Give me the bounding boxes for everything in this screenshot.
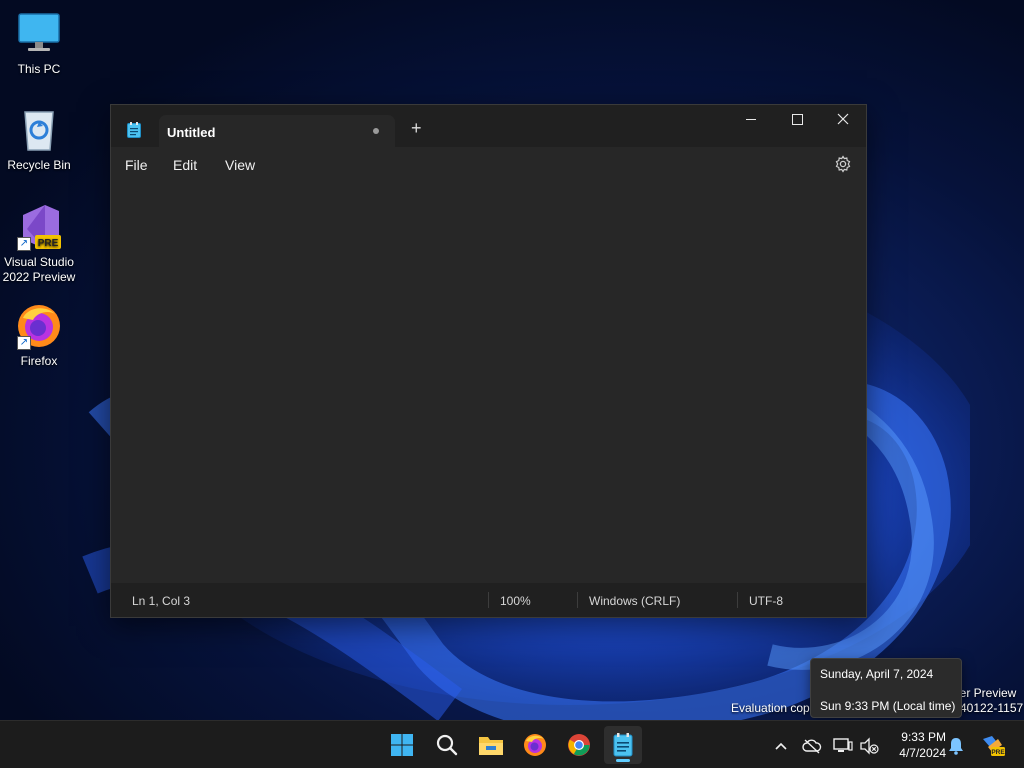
notepad-taskbar-button[interactable] — [604, 726, 642, 764]
title-bar[interactable]: Untitled + — [111, 105, 866, 147]
line-ending[interactable]: Windows (CRLF) — [589, 594, 680, 608]
desktop-icon-visual-studio[interactable]: PRE ↗ Visual Studio 2022 Preview — [0, 203, 78, 285]
unsaved-indicator-icon[interactable] — [373, 128, 379, 134]
evaluation-watermark-line1: ler Preview — [957, 686, 1017, 700]
evaluation-watermark-line2-left: Evaluation cop — [731, 701, 810, 715]
firefox-icon — [524, 734, 546, 756]
zoom-level[interactable]: 100% — [500, 594, 531, 608]
svg-text:PRE: PRE — [38, 238, 59, 249]
menu-bar: File Edit View — [111, 147, 866, 183]
desktop-icon-firefox[interactable]: ↗ Firefox — [0, 302, 78, 369]
menu-view[interactable]: View — [225, 157, 255, 173]
notepad-icon — [613, 733, 633, 757]
copilot-preview-button[interactable]: PRE — [980, 736, 1006, 756]
bell-icon — [949, 738, 963, 755]
status-separator — [577, 592, 578, 608]
tooltip-time: Sun 9:33 PM (Local time) — [820, 699, 956, 713]
minimize-button[interactable] — [728, 105, 774, 135]
menu-file[interactable]: File — [125, 157, 148, 173]
desktop-icon-label: This PC — [17, 62, 61, 76]
tab-untitled[interactable]: Untitled — [159, 115, 395, 147]
network-button[interactable] — [833, 736, 853, 756]
windows-logo-icon — [391, 734, 413, 756]
status-bar: Ln 1, Col 3 100% Windows (CRLF) UTF-8 — [111, 583, 866, 617]
text-editor[interactable] — [111, 183, 866, 585]
desktop-icon-label: Recycle Bin — [7, 158, 71, 172]
show-hidden-icons-button[interactable] — [771, 736, 791, 756]
svg-text:PRE: PRE — [991, 749, 1005, 756]
chrome-icon — [568, 734, 590, 756]
notepad-window: Untitled + File Edit View Ln 1, Col 3 10… — [110, 104, 867, 618]
taskbar: 9:33 PM 4/7/2024 PRE — [0, 720, 1024, 768]
clock-tooltip: Sunday, April 7, 2024 Sun 9:33 PM (Local… — [810, 658, 962, 718]
menu-edit[interactable]: Edit — [173, 157, 197, 173]
volume-button[interactable] — [859, 736, 879, 756]
close-button[interactable] — [820, 105, 866, 135]
shortcut-arrow-icon: ↗ — [17, 336, 31, 350]
status-separator — [737, 592, 738, 608]
onedrive-button[interactable] — [802, 736, 822, 756]
evaluation-watermark-line2-right: 40122-1157 — [960, 701, 1024, 715]
tooltip-date: Sunday, April 7, 2024 — [820, 667, 934, 681]
network-icon — [833, 738, 853, 752]
new-tab-button[interactable]: + — [411, 119, 422, 137]
volume-muted-icon — [860, 737, 879, 755]
copilot-preview-icon: PRE — [983, 736, 1005, 756]
cursor-position: Ln 1, Col 3 — [132, 594, 191, 608]
chrome-taskbar-button[interactable] — [563, 729, 595, 761]
file-explorer-icon — [479, 737, 503, 755]
desktop-icon-recycle-bin[interactable]: Recycle Bin — [0, 106, 78, 173]
search-button[interactable] — [431, 729, 463, 761]
taskbar-clock[interactable]: 9:33 PM 4/7/2024 — [886, 729, 946, 761]
tab-title: Untitled — [167, 125, 216, 140]
minimize-icon — [746, 119, 756, 120]
firefox-icon: ↗ — [15, 302, 63, 350]
clock-date: 4/7/2024 — [899, 746, 946, 760]
desktop-icon-label: Firefox — [20, 354, 58, 368]
visual-studio-preview-icon: PRE ↗ — [15, 203, 63, 251]
desktop-icon-this-pc[interactable]: This PC — [0, 10, 78, 77]
settings-gear-icon[interactable] — [834, 155, 852, 178]
file-explorer-button[interactable] — [475, 729, 507, 761]
notepad-app-icon — [127, 122, 141, 143]
cloud-offline-icon — [802, 739, 822, 754]
active-app-indicator — [616, 759, 630, 762]
maximize-button[interactable] — [774, 105, 820, 135]
desktop-icon-label-line2: 2022 Preview — [2, 270, 76, 284]
monitor-icon — [15, 10, 63, 58]
encoding[interactable]: UTF-8 — [749, 594, 783, 608]
desktop-icon-label-line1: Visual Studio — [4, 255, 74, 269]
chevron-up-icon — [775, 742, 787, 750]
start-button[interactable] — [386, 729, 418, 761]
search-icon — [436, 734, 458, 756]
firefox-taskbar-button[interactable] — [519, 729, 551, 761]
status-separator — [488, 592, 489, 608]
close-icon — [837, 113, 849, 125]
shortcut-arrow-icon: ↗ — [17, 237, 31, 251]
maximize-icon — [792, 114, 803, 125]
recycle-bin-icon — [15, 106, 63, 154]
clock-time: 9:33 PM — [901, 730, 946, 744]
notifications-button[interactable] — [946, 736, 966, 756]
